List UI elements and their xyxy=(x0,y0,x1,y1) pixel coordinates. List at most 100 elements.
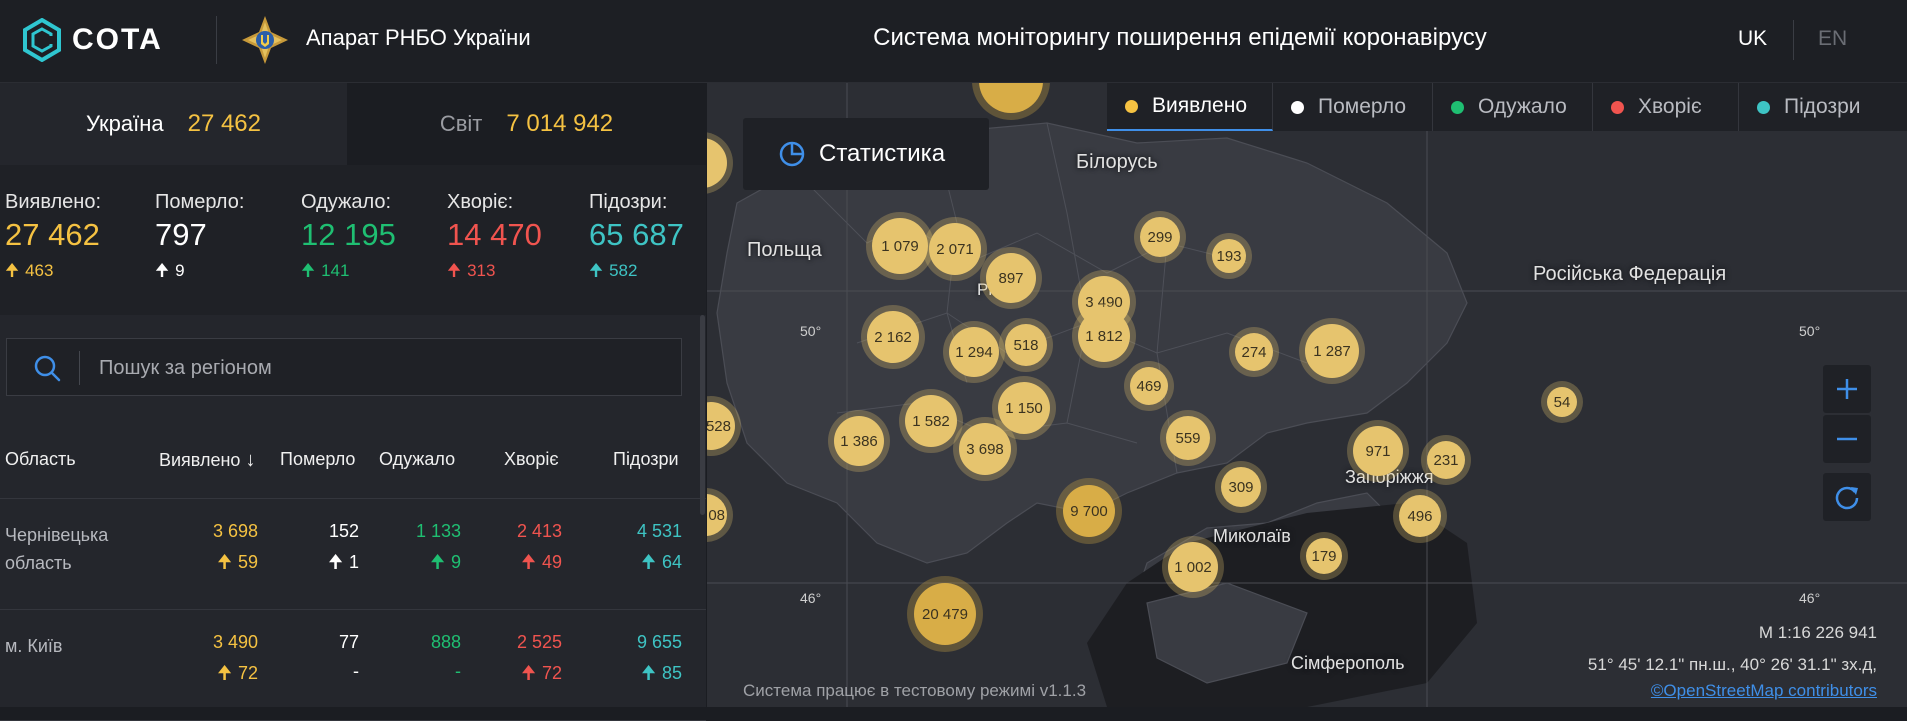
rnbo-emblem-icon xyxy=(242,16,288,64)
stat-value: 797 xyxy=(155,217,207,252)
arrow-up-icon: 🠉 xyxy=(641,552,656,572)
map-label-belarus: Білорусь xyxy=(1076,151,1158,173)
map-cluster[interactable]: 2 071 xyxy=(929,223,981,275)
map-cluster[interactable]: 1 287 xyxy=(1305,324,1359,378)
row-recovered-delta: 🠉 9 xyxy=(430,550,461,580)
dot-icon xyxy=(1291,100,1304,114)
map-cluster[interactable]: 1 386 xyxy=(834,416,884,466)
table-row[interactable]: Чернівецька область 3 698 🠉 59 152 🠉 1 1 1… xyxy=(0,499,706,610)
map-cluster[interactable]: 2 162 xyxy=(867,311,919,363)
legend-sick[interactable]: Хворіє xyxy=(1593,83,1739,131)
table-row[interactable]: м. Київ 3 490 🠉 72 77 - 888 - 2 525 🠉 72 9… xyxy=(0,610,706,721)
row-region: Чернівецька область xyxy=(5,525,109,573)
row-suspected: 9 655 xyxy=(636,632,682,652)
col-sick[interactable]: Хворіє xyxy=(504,449,559,470)
map-cluster[interactable]: 469 xyxy=(1130,367,1168,405)
row-recovered: 1 133 xyxy=(415,521,461,541)
table-header: Область Виявлено ↓ Померло Одужало Хворі… xyxy=(0,428,706,499)
legend-recovered[interactable]: Одужало xyxy=(1433,83,1593,131)
arrow-up-icon: 🠉 xyxy=(641,663,656,683)
search-icon[interactable] xyxy=(33,354,61,382)
map-cluster[interactable]: 559 xyxy=(1166,416,1210,460)
stat-delta: 🠉 141 xyxy=(301,258,349,287)
sidebar: Україна 27 462 Світ 7 014 942 Виявлено: … xyxy=(0,83,706,721)
tab-world[interactable]: Світ 7 014 942 xyxy=(347,83,706,165)
legend-deaths[interactable]: Померло xyxy=(1273,83,1433,131)
row-confirmed: 3 698 xyxy=(212,521,258,541)
arrow-up-icon: 🠉 xyxy=(217,663,232,683)
map-cluster[interactable]: 496 xyxy=(1399,495,1441,537)
row-deaths: 77 xyxy=(338,632,359,652)
stat-value: 27 462 xyxy=(5,217,100,252)
map-cluster[interactable]: 179 xyxy=(1306,538,1342,574)
map-cluster[interactable]: 274 xyxy=(1235,333,1273,371)
arrow-up-icon: 🠉 xyxy=(301,261,316,280)
map-cluster[interactable]: 231 xyxy=(1427,441,1465,479)
dot-icon xyxy=(1451,100,1464,114)
map-cluster[interactable]: 3 698 xyxy=(959,423,1011,475)
stat-value: 12 195 xyxy=(301,217,396,252)
search-input[interactable] xyxy=(97,349,661,387)
sidebar-scrollbar[interactable] xyxy=(700,315,705,515)
lat-label: 50° xyxy=(800,323,822,339)
row-sick-delta: 🠉 49 xyxy=(521,550,562,580)
top-bar: COTA Апарат РНБО України Система монітор… xyxy=(0,0,1907,83)
col-region[interactable]: Область xyxy=(5,449,76,470)
stat-delta: 🠉 463 xyxy=(5,258,53,287)
row-recovered: 888 xyxy=(430,632,461,652)
map-label-mykolaiv: Миколаїв xyxy=(1213,526,1291,546)
legend-label: Підозри xyxy=(1784,95,1861,118)
map-cluster[interactable]: 518 xyxy=(1005,324,1047,366)
col-deaths[interactable]: Померло xyxy=(280,449,355,470)
map-cluster[interactable]: 1 812 xyxy=(1078,310,1130,362)
row-sick: 2 525 xyxy=(516,632,562,652)
map-cluster[interactable]: 1 150 xyxy=(998,382,1050,434)
row-deaths-delta: - xyxy=(353,661,359,681)
map-area[interactable]: Білорусь Польща Російська Федерація Рівн… xyxy=(707,83,1907,707)
row-sick-delta: 🠉 72 xyxy=(521,661,562,691)
lat-label: 46° xyxy=(800,590,822,606)
map-cluster[interactable]: 1 079 xyxy=(872,218,928,274)
stat-delta: 🠉 9 xyxy=(155,258,185,287)
arrow-up-icon: 🠉 xyxy=(521,552,536,572)
logo-text: COTA xyxy=(72,23,163,56)
map-cluster[interactable]: 1 294 xyxy=(949,327,999,377)
map-cluster[interactable]: 54 xyxy=(1547,387,1577,417)
arrow-up-icon: 🠉 xyxy=(217,552,232,572)
map-cluster[interactable]: 309 xyxy=(1221,467,1261,507)
tab-ukraine-value: 27 462 xyxy=(187,110,261,137)
col-confirmed[interactable]: Виявлено ↓ xyxy=(159,449,255,472)
map-cluster[interactable]: 1 582 xyxy=(905,395,957,447)
cota-logo[interactable]: COTA xyxy=(22,16,163,64)
zoom-out-button[interactable] xyxy=(1823,415,1871,463)
osm-attribution-link[interactable]: ©OpenStreetMap contributors xyxy=(1651,681,1877,701)
legend-suspected[interactable]: Підозри xyxy=(1739,83,1907,131)
lang-divider xyxy=(1793,20,1794,60)
stat-label: Одужало: xyxy=(301,191,392,213)
map-cluster[interactable]: 971 xyxy=(1353,426,1403,476)
dot-icon xyxy=(1125,99,1138,113)
test-mode-notice: Система працює в тестовому режимі v1.1.3 xyxy=(743,681,1087,700)
region-search xyxy=(6,338,682,396)
reset-view-button[interactable] xyxy=(1823,473,1871,521)
map-cluster[interactable]: 9 700 xyxy=(1063,485,1115,537)
statistics-button-label: Статистика xyxy=(819,140,946,167)
map-cluster[interactable]: 20 479 xyxy=(914,583,976,645)
row-deaths: 152 xyxy=(328,521,359,541)
map-cluster[interactable]: 897 xyxy=(986,253,1036,303)
stat-value: 65 687 xyxy=(589,217,684,252)
legend-confirmed[interactable]: Виявлено xyxy=(1107,83,1273,131)
legend-label: Виявлено xyxy=(1152,94,1247,117)
lat-label: 50° xyxy=(1799,323,1821,339)
map-cluster[interactable]: 1 002 xyxy=(1168,542,1218,592)
statistics-button[interactable]: Статистика xyxy=(743,118,989,190)
lang-en-button[interactable]: EN xyxy=(1818,27,1847,51)
map-cluster[interactable]: 193 xyxy=(1212,239,1246,273)
col-recovered[interactable]: Одужало xyxy=(379,449,455,470)
zoom-in-button[interactable] xyxy=(1823,365,1871,413)
lang-uk-button[interactable]: UK xyxy=(1738,27,1767,51)
col-suspected[interactable]: Підозри xyxy=(613,449,679,470)
map-cluster[interactable]: 299 xyxy=(1140,217,1180,257)
tab-ukraine[interactable]: Україна 27 462 xyxy=(0,83,347,165)
row-deaths-delta: 🠉 1 xyxy=(328,550,359,580)
